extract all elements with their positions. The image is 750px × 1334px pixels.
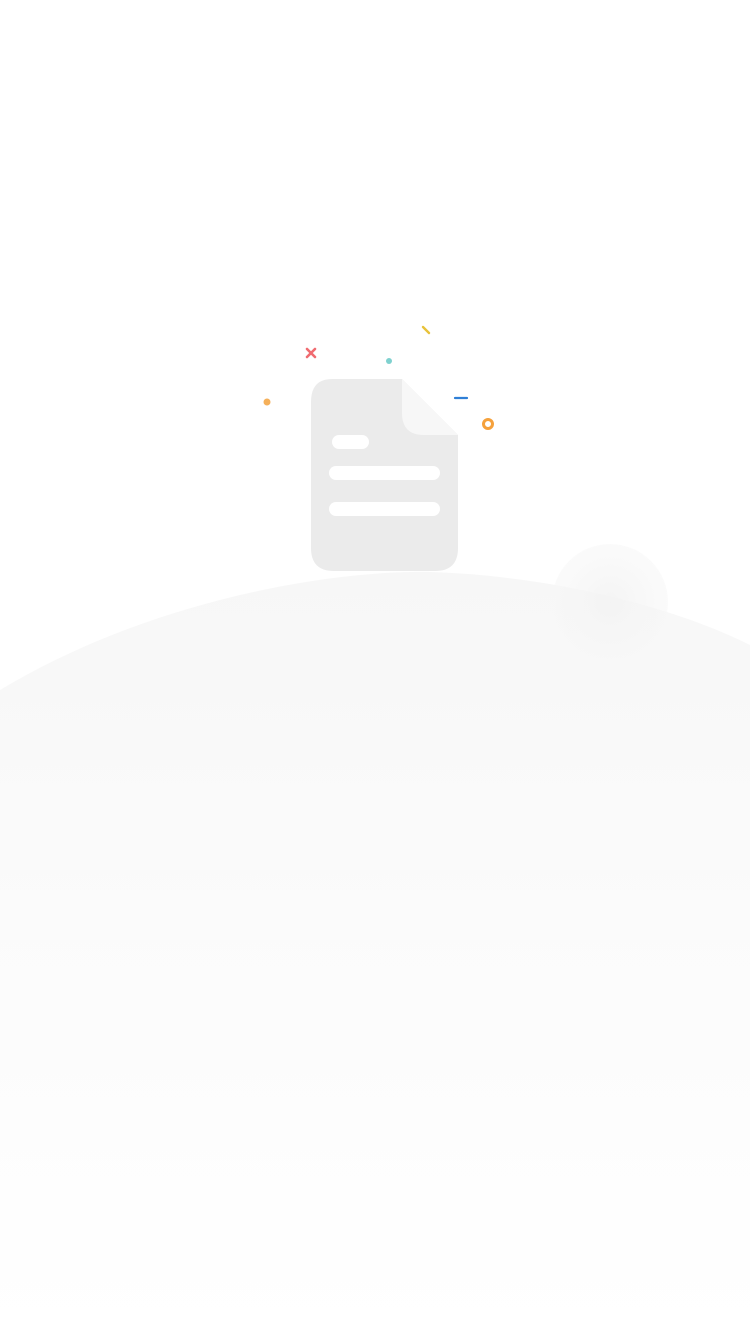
cross-icon: [305, 347, 317, 359]
dot-icon: [386, 358, 392, 364]
empty-state-screen: [0, 0, 750, 1334]
empty-illustration: [263, 325, 494, 571]
dash-icon: [421, 325, 431, 335]
dot-icon: [263, 398, 271, 406]
document-icon: [311, 379, 458, 571]
ring-icon: [482, 418, 494, 430]
